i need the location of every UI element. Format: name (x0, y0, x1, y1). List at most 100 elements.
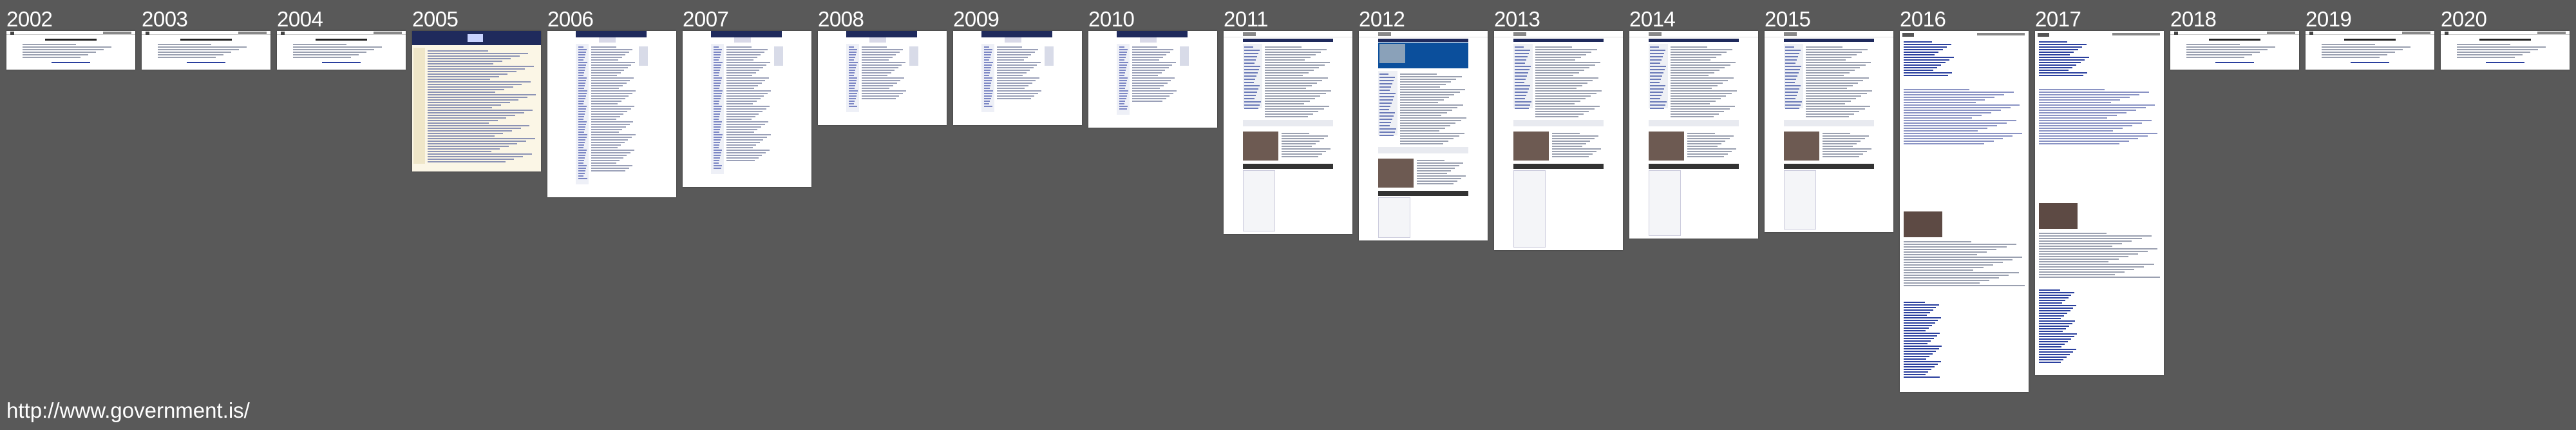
text-line (578, 49, 587, 50)
text-line (1671, 98, 1721, 99)
text-line (1515, 79, 1526, 80)
text-line (1119, 93, 1128, 94)
page-thumbnail[interactable] (1224, 31, 1352, 234)
text-line (578, 152, 587, 153)
text-line (1806, 54, 1857, 55)
text-line (726, 72, 756, 73)
text-line (1904, 241, 1971, 242)
text-line (714, 108, 722, 110)
page-thumbnail[interactable] (547, 31, 676, 197)
text-line (158, 54, 223, 55)
page-thumbnail[interactable] (1629, 31, 1758, 239)
page-thumbnail[interactable] (142, 31, 270, 70)
page-thumbnail[interactable] (6, 31, 135, 70)
text-line (849, 59, 855, 61)
text-line (2039, 97, 2130, 98)
page-thumbnail[interactable] (818, 31, 947, 125)
page-thumbnail[interactable] (2441, 31, 2570, 70)
text-line (997, 75, 1023, 76)
page-thumbnail[interactable] (1494, 31, 1623, 250)
text-line (591, 52, 629, 53)
page-thumbnail[interactable] (1359, 31, 1488, 240)
text-line (1904, 130, 1978, 132)
text-line (714, 157, 720, 159)
text-line (1282, 141, 1320, 142)
text-line (1379, 115, 1394, 117)
text-line (591, 150, 634, 151)
text-line (1400, 97, 1449, 98)
header-banner (711, 31, 782, 37)
text-line (714, 98, 721, 99)
text-line (428, 117, 507, 119)
text-line (849, 98, 856, 99)
text-line (428, 81, 531, 83)
text-line (578, 85, 585, 86)
text-line (428, 58, 511, 59)
page-heading (2344, 39, 2396, 41)
page-thumbnail[interactable] (412, 31, 541, 171)
text-line (158, 49, 239, 50)
page-thumbnail[interactable] (1900, 31, 2029, 392)
text-line (997, 83, 1032, 84)
logo-icon (281, 32, 285, 35)
text-line (1535, 75, 1574, 76)
text-line (1379, 80, 1394, 81)
page-heading (2479, 39, 2531, 41)
text-line (714, 137, 722, 138)
text-line (997, 54, 1032, 55)
toolbar (374, 32, 402, 34)
text-line (591, 111, 627, 112)
text-line (591, 157, 623, 159)
text-line (714, 119, 719, 120)
text-line (591, 152, 630, 153)
text-line (726, 157, 759, 159)
page-thumbnail[interactable] (1088, 31, 1217, 128)
text-line (1785, 98, 1796, 99)
page-thumbnail[interactable] (2306, 31, 2434, 70)
text-line (1515, 53, 1529, 54)
page-thumbnail[interactable] (1765, 31, 1893, 232)
text-line (1904, 272, 2019, 273)
page-thumbnail[interactable] (2170, 31, 2299, 70)
text-line (1132, 64, 1173, 66)
text-line (1823, 146, 1853, 147)
page-thumbnail[interactable] (683, 31, 811, 187)
text-line (1687, 151, 1732, 152)
text-line (714, 103, 719, 104)
text-line (428, 161, 506, 162)
text-line (1400, 125, 1450, 126)
text-line (714, 85, 720, 86)
text-line (1806, 111, 1860, 112)
text-line (23, 52, 96, 53)
text-line (1785, 72, 1799, 73)
text-line (1417, 175, 1466, 177)
text-line (984, 93, 992, 94)
text-line (1823, 141, 1861, 142)
page-thumbnail[interactable] (2035, 31, 2164, 375)
text-line (158, 57, 216, 58)
text-line (2039, 338, 2071, 340)
text-line (1535, 57, 1581, 58)
text-line (1785, 56, 1798, 57)
text-line (1552, 138, 1595, 139)
text-line (997, 93, 1038, 94)
page-thumbnail[interactable] (277, 31, 406, 70)
text-line (2039, 264, 2154, 265)
text-line (726, 59, 753, 61)
text-line (1671, 103, 1710, 104)
text-line (578, 67, 586, 68)
text-line (984, 46, 989, 48)
page-thumbnail[interactable] (953, 31, 1082, 125)
text-line (1671, 49, 1732, 50)
text-line (726, 108, 766, 110)
footer-box (1513, 170, 1546, 248)
text-line (726, 111, 762, 112)
text-line (1535, 77, 1598, 79)
text-line (1650, 59, 1662, 61)
text-line (849, 49, 857, 50)
wayback-timeline-page: { "caption": { "url": "http://www.govern… (0, 0, 2576, 430)
text-line (1400, 135, 1459, 137)
toolbar (1977, 33, 2025, 35)
text-line (726, 88, 755, 89)
text-line (578, 168, 586, 169)
